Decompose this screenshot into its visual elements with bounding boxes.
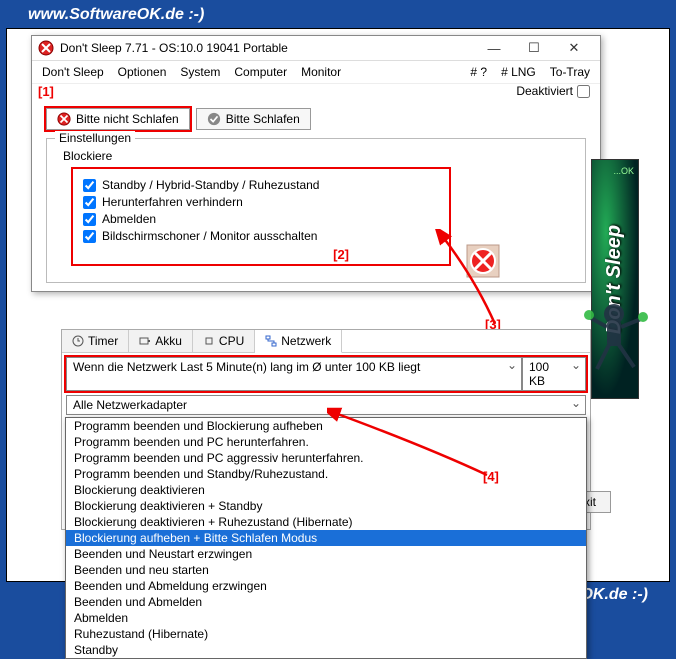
menu-optionen[interactable]: Optionen (118, 65, 167, 79)
deaktiviert-label: Deaktiviert (516, 84, 573, 98)
deaktiviert-row: Deaktiviert (516, 84, 590, 98)
dropdown-item[interactable]: Blockierung deaktivieren (66, 482, 586, 498)
deaktiviert-checkbox[interactable] (577, 85, 590, 98)
menu-lng[interactable]: # LNG (501, 65, 536, 79)
block-checklist: Standby / Hybrid-Standby / Ruhezustand H… (71, 167, 451, 266)
annotation-4: [4] (483, 469, 499, 484)
tab-label: Bitte Schlafen (226, 112, 300, 126)
dropdown-item[interactable]: Blockierung deaktivieren + Standby (66, 498, 586, 514)
tab-timer[interactable]: Timer (62, 330, 129, 352)
tab-akku[interactable]: Akku (129, 330, 193, 352)
network-rule-row: Wenn die Netzwerk Last 5 Minute(n) lang … (66, 357, 586, 391)
window-content: [1] Deaktiviert Bitte nicht Schlafen Bit… (32, 84, 600, 291)
annotation-1: [1] (38, 84, 54, 99)
prohibit-icon (57, 112, 71, 126)
watermark-top: www.SoftwareOK.de :-) (28, 6, 204, 24)
dropdown-item[interactable]: Blockierung deaktivieren + Ruhezustand (… (66, 514, 586, 530)
cpu-icon (203, 335, 215, 347)
annotation-2: [2] (333, 247, 349, 262)
checkbox[interactable] (83, 230, 96, 243)
menu-hash[interactable]: # ? (470, 65, 487, 79)
tab-label: Bitte nicht Schlafen (76, 112, 179, 126)
menubar: Don't Sleep Optionen System Computer Mon… (32, 61, 600, 84)
network-icon (265, 335, 277, 347)
dropdown-item[interactable]: Beenden und neu starten (66, 562, 586, 578)
check-label: Herunterfahren verhindern (102, 195, 243, 209)
network-adapter-combo[interactable]: Alle Netzwerkadapter (66, 395, 586, 415)
battery-icon (139, 335, 151, 347)
window-title: Don't Sleep 7.71 - OS:10.0 19041 Portabl… (60, 41, 474, 55)
dropdown-item[interactable]: Programm beenden und Standby/Ruhezustand… (66, 466, 586, 482)
menu-monitor[interactable]: Monitor (301, 65, 341, 79)
checkbox[interactable] (83, 213, 96, 226)
clock-icon (72, 335, 84, 347)
dropdown-item[interactable]: Programm beenden und Blockierung aufhebe… (66, 418, 586, 434)
action-dropdown[interactable]: Programm beenden und Blockierung aufhebe… (65, 417, 587, 659)
titlebar: Don't Sleep 7.71 - OS:10.0 19041 Portabl… (32, 36, 600, 61)
check-screensaver[interactable]: Bildschirmschoner / Monitor ausschalten (83, 229, 439, 243)
check-standby[interactable]: Standby / Hybrid-Standby / Ruhezustand (83, 178, 439, 192)
dropdown-item[interactable]: Programm beenden und PC aggressiv herunt… (66, 450, 586, 466)
tab-label: Timer (88, 334, 118, 348)
dropdown-item[interactable]: Standby (66, 642, 586, 658)
maximize-button[interactable]: ☐ (514, 40, 554, 56)
tab-label: CPU (219, 334, 244, 348)
tab-netzwerk[interactable]: Netzwerk (255, 330, 342, 353)
einstellungen-group: Einstellungen Blockiere Standby / Hybrid… (46, 138, 586, 283)
dropdown-item[interactable]: Beenden und Abmelden (66, 594, 586, 610)
mode-tabs: Bitte nicht Schlafen Bitte Schlafen (46, 108, 586, 130)
check-logoff[interactable]: Abmelden (83, 212, 439, 226)
menu-computer[interactable]: Computer (234, 65, 287, 79)
minimize-button[interactable]: — (474, 41, 514, 56)
outer-frame: Don't Sleep 7.71 - OS:10.0 19041 Portabl… (6, 28, 670, 582)
check-label: Standby / Hybrid-Standby / Ruhezustand (102, 178, 319, 192)
check-shutdown[interactable]: Herunterfahren verhindern (83, 195, 439, 209)
dropdown-item[interactable]: Ruhezustand (Hibernate) (66, 626, 586, 642)
network-size-combo[interactable]: 100 KB (522, 357, 586, 391)
tab-cpu[interactable]: CPU (193, 330, 255, 352)
checkbox[interactable] (83, 179, 96, 192)
lower-tabs: Timer Akku CPU Netzwerk (62, 330, 590, 353)
network-rule-combo[interactable]: Wenn die Netzwerk Last 5 Minute(n) lang … (66, 357, 522, 391)
dropdown-item[interactable]: Blockierung aufheben + Bitte Schlafen Mo… (66, 530, 586, 546)
dropdown-item[interactable]: Beenden und Abmeldung erzwingen (66, 578, 586, 594)
check-icon (207, 112, 221, 126)
dropdown-item[interactable]: Abmelden (66, 610, 586, 626)
menu-totray[interactable]: To-Tray (550, 65, 590, 79)
tab-bitte-nicht-schlafen[interactable]: Bitte nicht Schlafen (46, 108, 190, 130)
menu-dont-sleep[interactable]: Don't Sleep (42, 65, 104, 79)
dropdown-item[interactable]: Beenden und Neustart erzwingen (66, 546, 586, 562)
app-icon (38, 40, 54, 56)
cartoon-figure (579, 299, 649, 379)
menu-system[interactable]: System (180, 65, 220, 79)
check-label: Abmelden (102, 212, 156, 226)
group-title: Einstellungen (55, 131, 135, 145)
tab-bitte-schlafen[interactable]: Bitte Schlafen (196, 108, 311, 130)
app-window: Don't Sleep 7.71 - OS:10.0 19041 Portabl… (31, 35, 601, 292)
block-big-icon[interactable] (466, 244, 500, 278)
dropdown-item[interactable]: Programm beenden und PC herunterfahren. (66, 434, 586, 450)
tab-label: Netzwerk (281, 334, 331, 348)
close-button[interactable]: ✕ (554, 40, 594, 56)
blockiere-label: Blockiere (63, 149, 573, 163)
tab-label: Akku (155, 334, 182, 348)
check-label: Bildschirmschoner / Monitor ausschalten (102, 229, 317, 243)
logo-ok: ...OK (613, 166, 634, 176)
checkbox[interactable] (83, 196, 96, 209)
